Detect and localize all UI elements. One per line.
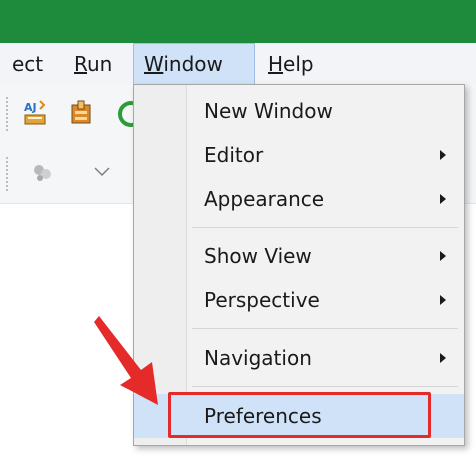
annotation-arrow-icon xyxy=(94,316,158,405)
